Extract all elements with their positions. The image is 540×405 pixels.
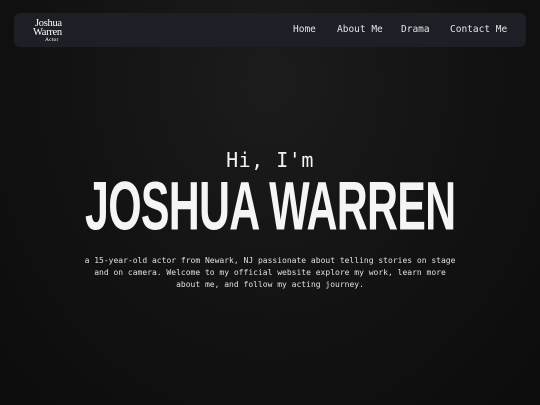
nav-links: Home About Me Drama Contact Me <box>14 13 526 47</box>
nav-link-contact-me[interactable]: Contact Me <box>450 24 507 36</box>
navbar: Joshua Warren Actor Home About Me Drama … <box>14 13 526 47</box>
hero-name-text: JOSHUA WARREN <box>84 168 456 245</box>
hero-bio: a 15-year-old actor from Newark, NJ pass… <box>84 256 456 290</box>
nav-link-about-me[interactable]: About Me <box>337 24 383 36</box>
nav-link-home[interactable]: Home <box>293 24 316 36</box>
hero-name-heading: JOSHUA WARREN <box>0 168 540 245</box>
nav-link-drama[interactable]: Drama <box>401 24 430 36</box>
